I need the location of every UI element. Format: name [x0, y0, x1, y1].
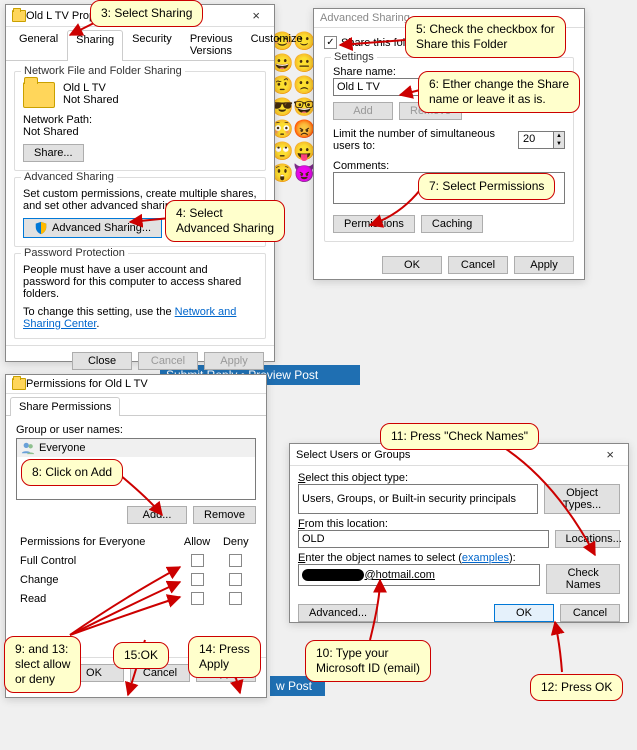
tab-previous-versions[interactable]: Previous Versions: [181, 29, 242, 60]
share-button[interactable]: Share...: [23, 144, 84, 162]
group-title: Network File and Folder Sharing: [21, 65, 185, 77]
dialog-buttons: Close Cancel Apply: [6, 345, 274, 376]
checkbox-icon: ✓: [324, 36, 337, 49]
callout-3: 3: Select Sharing: [90, 0, 203, 27]
callout-12: 12: Press OK: [530, 674, 623, 701]
add-user-button[interactable]: Add...: [127, 506, 187, 524]
dialog-buttons: OK Cancel Apply: [314, 250, 584, 280]
comments-label: Comments:: [333, 160, 565, 172]
callout-9: 9: and 13: slect allow or deny: [4, 636, 81, 693]
share-state: Not Shared: [63, 94, 119, 106]
tab-customize[interactable]: Customize: [242, 29, 312, 60]
tabs: Share Permissions: [6, 396, 266, 416]
tab-general[interactable]: General: [10, 29, 67, 60]
chevron-down-icon[interactable]: ▼: [554, 140, 564, 148]
callout-4: 4: Select Advanced Sharing: [165, 200, 285, 242]
object-types-button[interactable]: Object Types...: [544, 484, 620, 514]
apply-button: Apply: [204, 352, 264, 370]
cancel-button: Cancel: [138, 352, 198, 370]
ok-button[interactable]: OK: [382, 256, 442, 274]
location-input[interactable]: [298, 530, 549, 548]
add-share-button: Add: [333, 102, 393, 120]
allow-checkbox[interactable]: [191, 592, 204, 605]
window-title: Permissions for Old L TV: [26, 378, 148, 390]
tab-security[interactable]: Security: [123, 29, 181, 60]
allow-checkbox[interactable]: [191, 573, 204, 586]
enter-label-b: ):: [509, 552, 516, 564]
group-title: Advanced Sharing: [21, 171, 117, 183]
perm-row-read: Read: [18, 590, 254, 607]
redacted: x: [302, 569, 364, 581]
permissions-for-label: Permissions for Everyone: [18, 534, 176, 550]
window-title: Select Users or Groups: [296, 449, 410, 461]
advanced-button[interactable]: Advanced...: [298, 604, 378, 622]
object-type-input[interactable]: [298, 484, 538, 514]
select-users-window: Select Users or Groups × Select this obj…: [289, 443, 629, 623]
callout-5: 5: Check the checkbox for Share this Fol…: [405, 16, 566, 58]
perm-row-change: Change: [18, 571, 254, 588]
chevron-up-icon[interactable]: ▲: [554, 132, 564, 140]
cancel-button[interactable]: Cancel: [560, 604, 620, 622]
callout-10: 10: Type your Microsoft ID (email): [305, 640, 431, 682]
tab-sharing[interactable]: Sharing: [67, 30, 123, 61]
group-title: Password Protection: [21, 247, 128, 259]
remove-user-button[interactable]: Remove: [193, 506, 256, 524]
shield-icon: [34, 221, 48, 235]
examples-link[interactable]: examples: [462, 552, 509, 564]
close-icon[interactable]: ×: [244, 8, 268, 23]
password-protection-group: Password Protection People must have a u…: [14, 253, 266, 339]
deny-checkbox[interactable]: [229, 592, 242, 605]
permissions-button[interactable]: Permissions: [333, 215, 415, 233]
list-item-everyone[interactable]: Everyone: [17, 439, 255, 457]
callout-6: 6: Ether change the Share name or leave …: [418, 71, 580, 113]
group-title: Settings: [331, 51, 377, 63]
cancel-button[interactable]: Cancel: [448, 256, 508, 274]
titlebar: Permissions for Old L TV: [6, 375, 266, 394]
deny-checkbox[interactable]: [229, 573, 242, 586]
locations-button[interactable]: Locations...: [555, 530, 620, 548]
limit-spinner[interactable]: 20 ▲▼: [518, 131, 565, 149]
callout-8: 8: Click on Add: [21, 459, 123, 486]
pwd-line2a: To change this setting, use the: [23, 306, 175, 318]
allow-checkbox[interactable]: [191, 554, 204, 567]
network-file-sharing-group: Network File and Folder Sharing Old L TV…: [14, 71, 266, 171]
apply-button[interactable]: Apply: [514, 256, 574, 274]
object-names-input[interactable]: x@hotmail.com: [298, 564, 540, 586]
window-title: Advanced Sharing: [320, 12, 410, 24]
close-icon[interactable]: ×: [598, 447, 622, 462]
folder-icon: [12, 10, 26, 22]
object-type-label: Select this object type:: [298, 472, 620, 484]
network-path-value: Not Shared: [23, 126, 257, 138]
advanced-sharing-button[interactable]: Advanced Sharing...: [23, 218, 162, 238]
pwd-line1: People must have a user account and pass…: [23, 264, 257, 300]
network-path-label: Network Path:: [23, 114, 257, 126]
tab-share-permissions[interactable]: Share Permissions: [10, 397, 120, 416]
limit-label: Limit the number of simultaneous users t…: [333, 128, 512, 152]
allow-header: Allow: [178, 534, 215, 550]
properties-window: Old L TV Properties × General Sharing Se…: [5, 4, 275, 362]
tabs: General Sharing Security Previous Versio…: [6, 29, 274, 61]
ok-button[interactable]: OK: [494, 604, 554, 622]
close-button[interactable]: Close: [72, 352, 132, 370]
caching-button[interactable]: Caching: [421, 215, 483, 233]
enter-label-a: Enter the object names to select (: [298, 552, 462, 564]
deny-checkbox[interactable]: [229, 554, 242, 567]
folder-icon-large: [23, 82, 55, 108]
callout-14: 14: Press Apply: [188, 636, 261, 678]
location-label: From this location:: [298, 518, 620, 530]
users-icon: [21, 441, 35, 455]
share-name: Old L TV: [63, 82, 119, 94]
deny-header: Deny: [218, 534, 254, 550]
group-user-names-label: Group or user names:: [16, 424, 256, 436]
check-names-button[interactable]: Check Names: [546, 564, 620, 594]
callout-11: 11: Press "Check Names": [380, 423, 539, 450]
callout-7: 7: Select Permissions: [418, 173, 555, 200]
callout-15: 15:OK: [113, 642, 169, 669]
permissions-table: Permissions for Everyone Allow Deny Full…: [16, 532, 256, 609]
folder-icon: [12, 378, 26, 390]
perm-row-full-control: Full Control: [18, 552, 254, 569]
